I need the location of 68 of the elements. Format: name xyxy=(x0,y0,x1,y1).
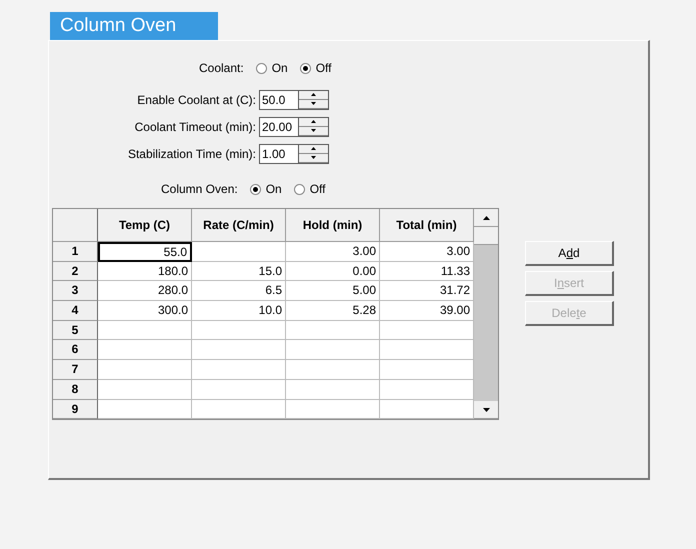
column-oven-label: Column Oven: xyxy=(161,182,238,196)
table-cell[interactable] xyxy=(286,320,380,340)
field-label: Coolant Timeout (min): xyxy=(134,120,257,134)
table-cell[interactable] xyxy=(286,360,380,380)
radio-option[interactable]: On xyxy=(250,182,282,196)
table-cell[interactable]: 15.0 xyxy=(192,262,286,282)
down-triangle-icon xyxy=(482,408,490,412)
down-triangle-icon xyxy=(311,156,316,159)
input-field[interactable]: 50.0 xyxy=(259,90,299,110)
table-cell[interactable]: 5.00 xyxy=(286,281,380,302)
column-header[interactable]: Rate (C/min) xyxy=(192,209,286,242)
table-cell[interactable] xyxy=(192,340,286,360)
up-triangle-icon xyxy=(482,216,490,220)
table-cell[interactable] xyxy=(98,360,192,380)
column-header[interactable]: Hold (min) xyxy=(286,209,380,242)
row-header[interactable]: 8 xyxy=(53,380,98,400)
table-cell[interactable] xyxy=(286,340,380,360)
table-cell[interactable] xyxy=(192,242,286,262)
table-cell[interactable] xyxy=(286,380,380,400)
row-header[interactable]: 4 xyxy=(53,301,98,321)
row-header[interactable]: 5 xyxy=(53,320,98,340)
up-triangle-icon xyxy=(311,147,316,150)
spin-up-button[interactable] xyxy=(299,90,328,100)
row-header[interactable]: 6 xyxy=(53,340,98,360)
row-header[interactable]: 9 xyxy=(53,400,98,419)
table-cell[interactable] xyxy=(192,400,286,419)
column-header[interactable]: Total (min) xyxy=(380,209,474,242)
row-header[interactable]: 3 xyxy=(53,281,98,302)
grid-corner[interactable] xyxy=(53,209,98,242)
table-cell[interactable] xyxy=(98,340,192,360)
down-triangle-icon xyxy=(311,102,316,105)
table-cell[interactable] xyxy=(98,380,192,400)
table-cell[interactable]: 6.5 xyxy=(192,281,286,302)
table-cell[interactable]: 55.0 xyxy=(98,242,192,262)
table-cell[interactable] xyxy=(192,380,286,400)
table-cell[interactable]: 300.0 xyxy=(98,301,192,321)
spin-up-button[interactable] xyxy=(299,144,328,154)
row-header[interactable]: 7 xyxy=(53,360,98,380)
table-cell[interactable]: 5.28 xyxy=(286,301,380,321)
field-label: Stabilization Time (min): xyxy=(126,146,257,160)
radio-option[interactable]: Off xyxy=(300,61,332,75)
row-header[interactable]: 1 xyxy=(53,242,98,262)
action-button[interactable]: Add xyxy=(525,241,614,266)
input-field[interactable]: 1.00 xyxy=(259,144,299,164)
field-label: Enable Coolant at (C): xyxy=(136,92,257,106)
spin-up-button[interactable] xyxy=(299,118,328,126)
table-cell[interactable] xyxy=(192,320,286,340)
up-triangle-icon xyxy=(311,120,316,123)
table-cell[interactable] xyxy=(286,400,380,419)
up-triangle-icon xyxy=(311,93,316,96)
row-header[interactable]: 2 xyxy=(53,262,98,282)
table-cell[interactable]: 10.0 xyxy=(192,301,286,321)
table-cell[interactable] xyxy=(98,320,192,340)
input-field[interactable]: 20.00 xyxy=(259,116,299,136)
column-header[interactable]: Temp (C) xyxy=(98,209,192,242)
table-cell[interactable]: 280.0 xyxy=(98,281,192,302)
radio-option[interactable]: On xyxy=(256,61,288,75)
coolant-label: Coolant: xyxy=(199,61,244,75)
down-triangle-icon xyxy=(311,129,316,132)
table-cell[interactable] xyxy=(98,400,192,419)
table-cell[interactable]: 180.0 xyxy=(98,262,192,282)
spin-down-button[interactable] xyxy=(299,126,328,136)
spin-down-button[interactable] xyxy=(299,100,328,108)
table-cell[interactable]: 3.00 xyxy=(286,242,380,262)
spin-down-button[interactable] xyxy=(299,154,328,162)
table-cell[interactable]: 0.00 xyxy=(286,262,380,282)
table-cell[interactable] xyxy=(192,360,286,380)
radio-option[interactable]: Off xyxy=(294,182,326,196)
